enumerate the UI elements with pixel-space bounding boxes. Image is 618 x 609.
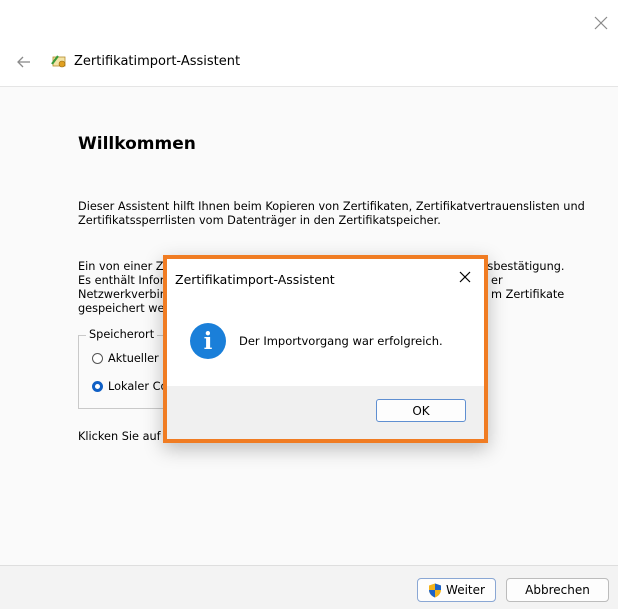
dialog-message: Der Importvorgang war erfolgreich.	[239, 334, 443, 348]
radio-local-machine-button[interactable]	[92, 381, 103, 392]
wizard-title: Zertifikatimport-Assistent	[74, 54, 241, 69]
intro-paragraph: Dieser Assistent hilft Ihnen beim Kopier…	[78, 200, 585, 227]
description-line4-left: gespeichert wer	[78, 302, 170, 315]
next-button[interactable]: Weiter	[417, 578, 496, 602]
radio-current-user-button[interactable]	[92, 353, 103, 364]
description-line2-right: er	[491, 274, 503, 287]
radio-local-machine[interactable]: Lokaler Co	[92, 380, 167, 393]
wizard-header	[0, 0, 618, 87]
description-line2-left: Es enthält Infor	[78, 274, 165, 287]
radio-local-machine-label: Lokaler Co	[108, 380, 168, 393]
description-line1-right: tsbestätigung.	[483, 260, 565, 273]
certificate-icon	[51, 55, 66, 68]
close-icon[interactable]	[592, 14, 610, 32]
uac-shield-icon	[429, 583, 442, 597]
description-line3-left: Netzwerkverbin	[78, 288, 167, 301]
page-title: Willkommen	[78, 134, 196, 154]
description-line1-left: Ein von einer Ze	[78, 260, 171, 273]
next-button-label: Weiter	[446, 583, 485, 597]
cancel-button[interactable]: Abbrechen	[506, 578, 609, 602]
dialog-title: Zertifikatimport-Assistent	[175, 272, 335, 287]
back-arrow-icon[interactable]	[16, 54, 32, 70]
dialog-close-icon[interactable]	[457, 269, 473, 285]
ok-button[interactable]: OK	[376, 399, 466, 422]
description-line3-right: m Zertifikate	[491, 288, 565, 301]
radio-current-user[interactable]: Aktueller	[92, 352, 159, 365]
storage-location-legend: Speicherort	[86, 328, 158, 341]
radio-current-user-label: Aktueller	[108, 352, 159, 365]
info-icon: i	[190, 323, 226, 359]
